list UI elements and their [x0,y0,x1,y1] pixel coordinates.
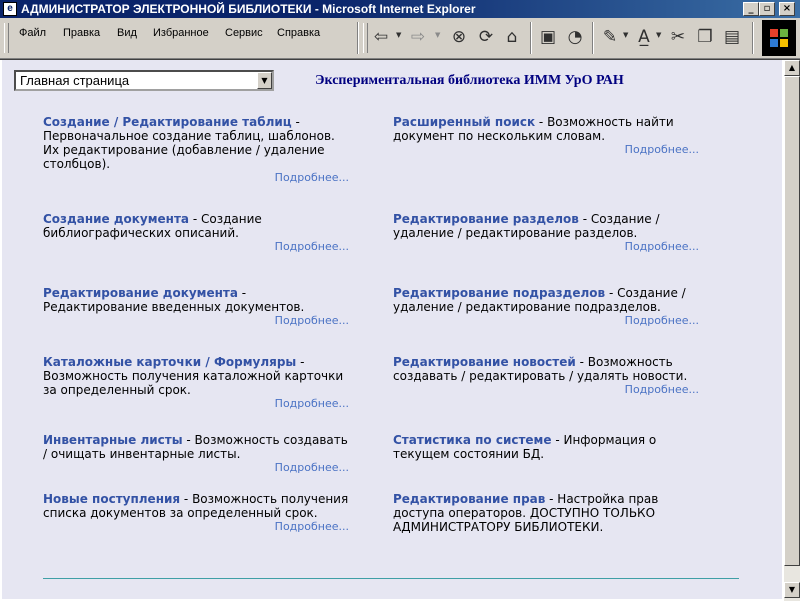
copy-icon[interactable]: ❐ [692,24,718,50]
entry-link[interactable]: Создание документа [43,212,189,226]
home-icon[interactable]: ⌂ [499,24,525,50]
toolbar-separator [530,22,532,54]
more-link[interactable]: Подробнее... [393,314,699,327]
menu-entry: Редактирование документа - Редактировани… [43,286,349,327]
window-title: АДМИНИСТРАТОР ЭЛЕКТРОННОЙ БИБЛИОТЕКИ - M… [21,2,476,16]
menu-favorites[interactable]: Избранное [153,27,209,39]
forward-icon[interactable]: ⇨ [405,24,431,50]
entry-link[interactable]: Редактирование разделов [393,212,579,226]
entry-link[interactable]: Инвентарные листы [43,433,183,447]
windows-logo-icon [762,20,796,56]
toolbar-separator [357,22,359,54]
divider [43,578,739,579]
menu-entry: Инвентарные листы - Возможность создават… [43,433,349,474]
maximize-button[interactable]: ▫ [759,2,775,16]
cut-icon[interactable]: ✂ [665,24,691,50]
entry-link[interactable]: Редактирование документа [43,286,238,300]
scrollbar-thumb[interactable] [784,76,800,566]
stop-icon[interactable]: ⊗ [446,24,472,50]
more-link[interactable]: Подробнее... [43,171,349,184]
entry-link[interactable]: Новые поступления [43,492,180,506]
entry-link[interactable]: Редактирование новостей [393,355,576,369]
more-link[interactable]: Подробнее... [43,397,349,410]
toolbar-separator [752,22,754,54]
menu-entry: Расширенный поиск - Возможность найти до… [393,115,699,156]
more-link[interactable]: Подробнее... [393,240,699,253]
menu-entry: Статистика по системе - Информация о тек… [393,433,699,461]
toolbar-separator [592,22,594,54]
menu-entry: Создание документа - Создание библиограф… [43,212,349,253]
edit-icon[interactable]: ✎ [597,24,623,50]
vertical-scrollbar[interactable]: ▲ ▼ [784,60,800,601]
refresh-icon[interactable]: ⟳ [473,24,499,50]
entry-link[interactable]: Создание / Редактирование таблиц [43,115,292,129]
edit-dropdown-icon[interactable]: ▼ [623,31,628,39]
scroll-up-icon[interactable]: ▲ [784,60,800,76]
entry-link[interactable]: Расширенный поиск [393,115,535,129]
menu-entry: Редактирование разделов - Создание / уда… [393,212,699,253]
toolbar-strip: Файл Правка Вид Избранное Сервис Справка… [0,18,800,59]
minimize-button[interactable]: _ [743,2,759,16]
menu-file[interactable]: Файл [19,27,46,39]
menu-entry: Редактирование подразделов - Создание / … [393,286,699,327]
back-icon[interactable]: ⇦ [368,24,394,50]
window-titlebar[interactable]: e АДМИНИСТРАТОР ЭЛЕКТРОННОЙ БИБЛИОТЕКИ -… [0,0,800,18]
more-link[interactable]: Подробнее... [43,461,349,474]
menu-edit[interactable]: Правка [63,27,100,39]
paste-icon[interactable]: ▤ [719,24,745,50]
more-link[interactable]: Подробнее... [393,383,699,396]
chevron-down-icon[interactable]: ▼ [257,72,272,89]
page-content: Главная страница ▼ Экспериментальная биб… [2,60,782,599]
entry-link[interactable]: Редактирование подразделов [393,286,605,300]
page-select-value: Главная страница [20,73,130,88]
translate-dropdown-icon[interactable]: ▼ [656,31,661,39]
browser-viewport: Главная страница ▼ Экспериментальная биб… [0,59,800,601]
menu-tools[interactable]: Сервис [225,27,263,39]
menu-view[interactable]: Вид [117,27,137,39]
more-link[interactable]: Подробнее... [393,143,699,156]
menu-entry: Каталожные карточки / Формуляры - Возмож… [43,355,349,410]
more-link[interactable]: Подробнее... [43,520,349,533]
more-link[interactable]: Подробнее... [43,240,349,253]
internet-explorer-icon: e [3,2,17,16]
menu-entry: Редактирование новостей - Возможность со… [393,355,699,396]
translate-icon[interactable]: A̲ [631,24,657,50]
back-dropdown-icon[interactable]: ▼ [396,31,401,39]
menu-entry: Новые поступления - Возможность получени… [43,492,349,533]
menu-entry: Редактирование прав - Настройка прав дос… [393,492,699,534]
page-select[interactable]: Главная страница ▼ [14,70,274,91]
entry-link[interactable]: Каталожные карточки / Формуляры [43,355,296,369]
menu-help[interactable]: Справка [277,27,320,39]
entry-link[interactable]: Статистика по системе [393,433,552,447]
site-title: Экспериментальная библиотека ИММ УрО РАН [315,73,624,88]
scroll-down-icon[interactable]: ▼ [784,582,800,598]
menubar-grip[interactable] [4,23,9,53]
close-button[interactable]: × [779,2,795,16]
forward-dropdown-icon[interactable]: ▼ [435,31,440,39]
more-link[interactable]: Подробнее... [43,314,349,327]
menu-entry: Создание / Редактирование таблиц - Перво… [43,115,349,184]
history-icon[interactable]: ◔ [562,24,588,50]
entry-link[interactable]: Редактирование прав [393,492,545,506]
media-icon[interactable]: ▣ [535,24,561,50]
